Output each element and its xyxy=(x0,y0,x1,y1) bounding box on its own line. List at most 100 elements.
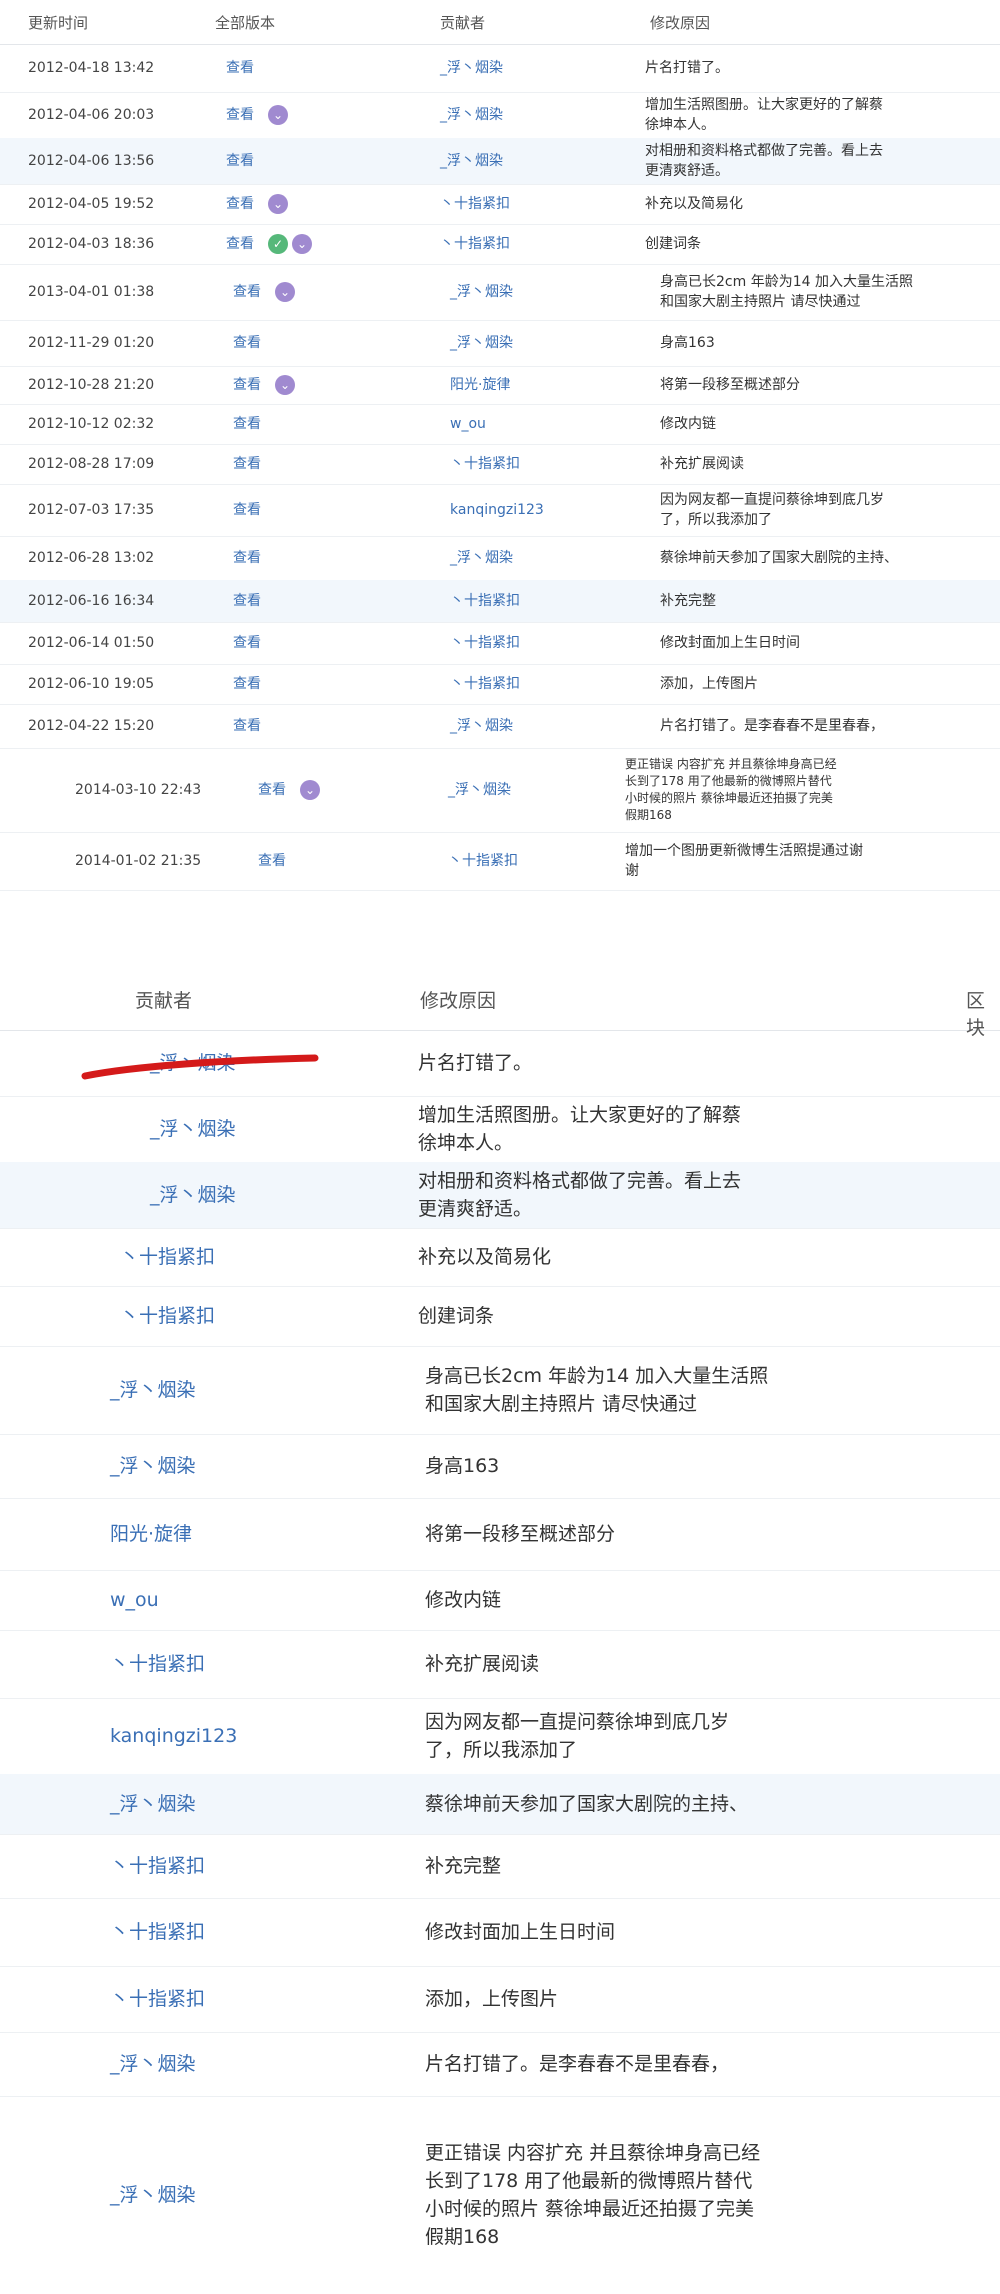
table-row: _浮丶烟染 片名打错了。是李春春不是里春春， xyxy=(0,2032,1000,2097)
header-reason: 修改原因 xyxy=(650,14,711,32)
contributor-link[interactable]: _浮丶烟染 xyxy=(110,2050,196,2078)
reason-text: 片名打错了。是李春春不是里春春， xyxy=(425,2053,730,2075)
view-version-link[interactable]: 查看 xyxy=(233,333,261,353)
reason-text: 更正错误 内容扩充 并且蔡徐坤身高已经 xyxy=(425,2142,761,2164)
contributor-link[interactable]: 丶十指紧扣 xyxy=(448,851,518,871)
contributor-link[interactable]: _浮丶烟染 xyxy=(110,1452,196,1480)
contributor-link[interactable]: _浮丶烟染 xyxy=(450,333,513,353)
view-version-link[interactable]: 查看 xyxy=(233,716,261,736)
contributor-link[interactable]: _浮丶烟染 xyxy=(150,1181,236,1209)
contributor-link[interactable]: 丶十指紧扣 xyxy=(110,1918,205,1946)
contributor-link[interactable]: _浮丶烟染 xyxy=(110,2181,196,2209)
header-update-time: 更新时间 xyxy=(28,14,89,32)
contributor-link[interactable]: 丶十指紧扣 xyxy=(440,194,510,214)
special-version-icon: ⌄ xyxy=(268,194,288,214)
view-version-link[interactable]: 查看 xyxy=(226,194,254,214)
contributor-link[interactable]: 丶十指紧扣 xyxy=(450,591,520,611)
contributor-link[interactable]: _浮丶烟染 xyxy=(450,282,513,302)
view-version-link[interactable]: 查看 xyxy=(258,780,286,800)
view-version-link[interactable]: 查看 xyxy=(233,500,261,520)
table-row: 2012-10-28 21:20 查看 ⌄ 阳光·旋律 将第一段移至概述部分 xyxy=(0,366,1000,405)
reason-text: 了，所以我添加了 xyxy=(660,512,772,528)
reason-text: 小时候的照片 蔡徐坤最近还拍摄了完美 xyxy=(625,791,833,805)
reason-text: 对相册和资料格式都做了完善。看上去 xyxy=(645,143,883,159)
reason-text: 补充扩展阅读 xyxy=(660,456,744,472)
contributor-link[interactable]: _浮丶烟染 xyxy=(440,105,503,125)
table-row: 丶十指紧扣 添加，上传图片 xyxy=(0,1966,1000,2033)
view-version-link[interactable]: 查看 xyxy=(226,151,254,171)
view-version-link[interactable]: 查看 xyxy=(233,414,261,434)
contributor-link[interactable]: _浮丶烟染 xyxy=(440,58,503,78)
contributor-link[interactable]: kanqingzi123 xyxy=(110,1722,237,1750)
contributor-link[interactable]: _浮丶烟染 xyxy=(450,716,513,736)
reason-text: 补充扩展阅读 xyxy=(425,1653,540,1675)
table-row: w_ou 修改内链 xyxy=(0,1570,1000,1631)
reason-text: 徐坤本人。 xyxy=(645,117,715,133)
reason-text: 更清爽舒适。 xyxy=(645,163,729,179)
table-row: 2012-04-03 18:36 查看 ✓ ⌄ 丶十指紧扣 创建词条 xyxy=(0,224,1000,265)
contributor-link[interactable]: w_ou xyxy=(110,1586,159,1614)
table-row: 2012-06-28 13:02 查看 _浮丶烟染 蔡徐坤前天参加了国家大剧院的主持、 xyxy=(0,536,1000,581)
contributor-link[interactable]: 丶十指紧扣 xyxy=(450,633,520,653)
view-version-link[interactable]: 查看 xyxy=(258,851,286,871)
contributor-link[interactable]: 丶十指紧扣 xyxy=(120,1302,215,1330)
update-time: 2014-01-02 21:35 xyxy=(75,853,202,869)
contributor-link[interactable]: 丶十指紧扣 xyxy=(120,1243,215,1271)
contributor-link[interactable]: _浮丶烟染 xyxy=(440,151,503,171)
view-version-link[interactable]: 查看 xyxy=(233,548,261,568)
contributor-link[interactable]: 丶十指紧扣 xyxy=(440,234,510,254)
reason-text: 身高已长2cm 年龄为14 加入大量生活照 xyxy=(660,274,913,290)
table-row: _浮丶烟染 蔡徐坤前天参加了国家大剧院的主持、 xyxy=(0,1774,1000,1835)
view-version-link[interactable]: 查看 xyxy=(226,234,254,254)
reason-text: 增加生活照图册。让大家更好的了解蔡 xyxy=(645,97,883,113)
reason-text: 修改内链 xyxy=(660,416,716,432)
header-contributor: 贡献者 xyxy=(135,990,193,1012)
view-version-link[interactable]: 查看 xyxy=(233,674,261,694)
contributor-link[interactable]: 丶十指紧扣 xyxy=(450,454,520,474)
reason-text: 和国家大剧主持照片 请尽快通过 xyxy=(425,1393,698,1415)
contributor-link[interactable]: kanqingzi123 xyxy=(450,500,544,520)
reason-text: 了，所以我添加了 xyxy=(425,1739,578,1761)
contributor-link[interactable]: 丶十指紧扣 xyxy=(110,1852,205,1880)
view-version-link[interactable]: 查看 xyxy=(226,105,254,125)
view-version-link[interactable]: 查看 xyxy=(226,58,254,78)
contributor-link[interactable]: 阳光·旋律 xyxy=(450,375,510,395)
contributor-link[interactable]: 丶十指紧扣 xyxy=(110,1650,205,1678)
update-time: 2012-07-03 17:35 xyxy=(28,502,155,518)
reason-text: 对相册和资料格式都做了完善。看上去 xyxy=(418,1170,742,1192)
view-version-link[interactable]: 查看 xyxy=(233,633,261,653)
table-header: 贡献者 修改原因 区块 xyxy=(0,966,1000,1039)
special-version-icon: ⌄ xyxy=(300,780,320,800)
update-time: 2012-04-06 20:03 xyxy=(28,107,155,123)
contributor-link[interactable]: 丶十指紧扣 xyxy=(110,1985,205,2013)
table-header: 更新时间 全部版本 贡献者 修改原因 xyxy=(0,0,1000,45)
view-version-link[interactable]: 查看 xyxy=(233,282,261,302)
contributor-link[interactable]: 丶十指紧扣 xyxy=(450,674,520,694)
update-time: 2012-04-18 13:42 xyxy=(28,60,155,76)
table-row: 2012-04-05 19:52 查看 ⌄ 丶十指紧扣 补充以及简易化 xyxy=(0,184,1000,225)
table-row: 丶十指紧扣 补充以及简易化 xyxy=(0,1228,1000,1287)
contributor-link[interactable]: _浮丶烟染 xyxy=(110,1790,196,1818)
update-time: 2012-06-16 16:34 xyxy=(28,593,155,609)
reason-text: 谢 xyxy=(625,863,639,879)
update-time: 2014-03-10 22:43 xyxy=(75,782,202,798)
view-version-link[interactable]: 查看 xyxy=(233,591,261,611)
contributor-link[interactable]: _浮丶烟染 xyxy=(110,1376,196,1404)
contributor-link[interactable]: _浮丶烟染 xyxy=(150,1115,236,1143)
reason-text: 小时候的照片 蔡徐坤最近还拍摄了完美 xyxy=(425,2198,755,2220)
contributor-link[interactable]: _浮丶烟染 xyxy=(450,548,513,568)
table-row: 2012-06-10 19:05 查看 丶十指紧扣 添加，上传图片 xyxy=(0,664,1000,705)
view-version-link[interactable]: 查看 xyxy=(233,375,261,395)
reason-text: 补充完整 xyxy=(660,593,716,609)
update-time: 2012-10-28 21:20 xyxy=(28,377,155,393)
contributor-link[interactable]: 阳光·旋律 xyxy=(110,1520,192,1548)
table-row: 2012-04-06 13:56 查看 _浮丶烟染 对相册和资料格式都做了完善。看上去… xyxy=(0,138,1000,185)
edit-check-icon: ✓ xyxy=(268,234,288,254)
view-version-link[interactable]: 查看 xyxy=(233,454,261,474)
table-row: _浮丶烟染 身高163 xyxy=(0,1434,1000,1499)
contributor-link[interactable]: w_ou xyxy=(450,414,486,434)
update-time: 2012-08-28 17:09 xyxy=(28,456,155,472)
reason-text: 创建词条 xyxy=(418,1305,495,1327)
contributor-link[interactable]: _浮丶烟染 xyxy=(448,780,511,800)
reason-text: 蔡徐坤前天参加了国家大剧院的主持、 xyxy=(425,1793,749,1815)
